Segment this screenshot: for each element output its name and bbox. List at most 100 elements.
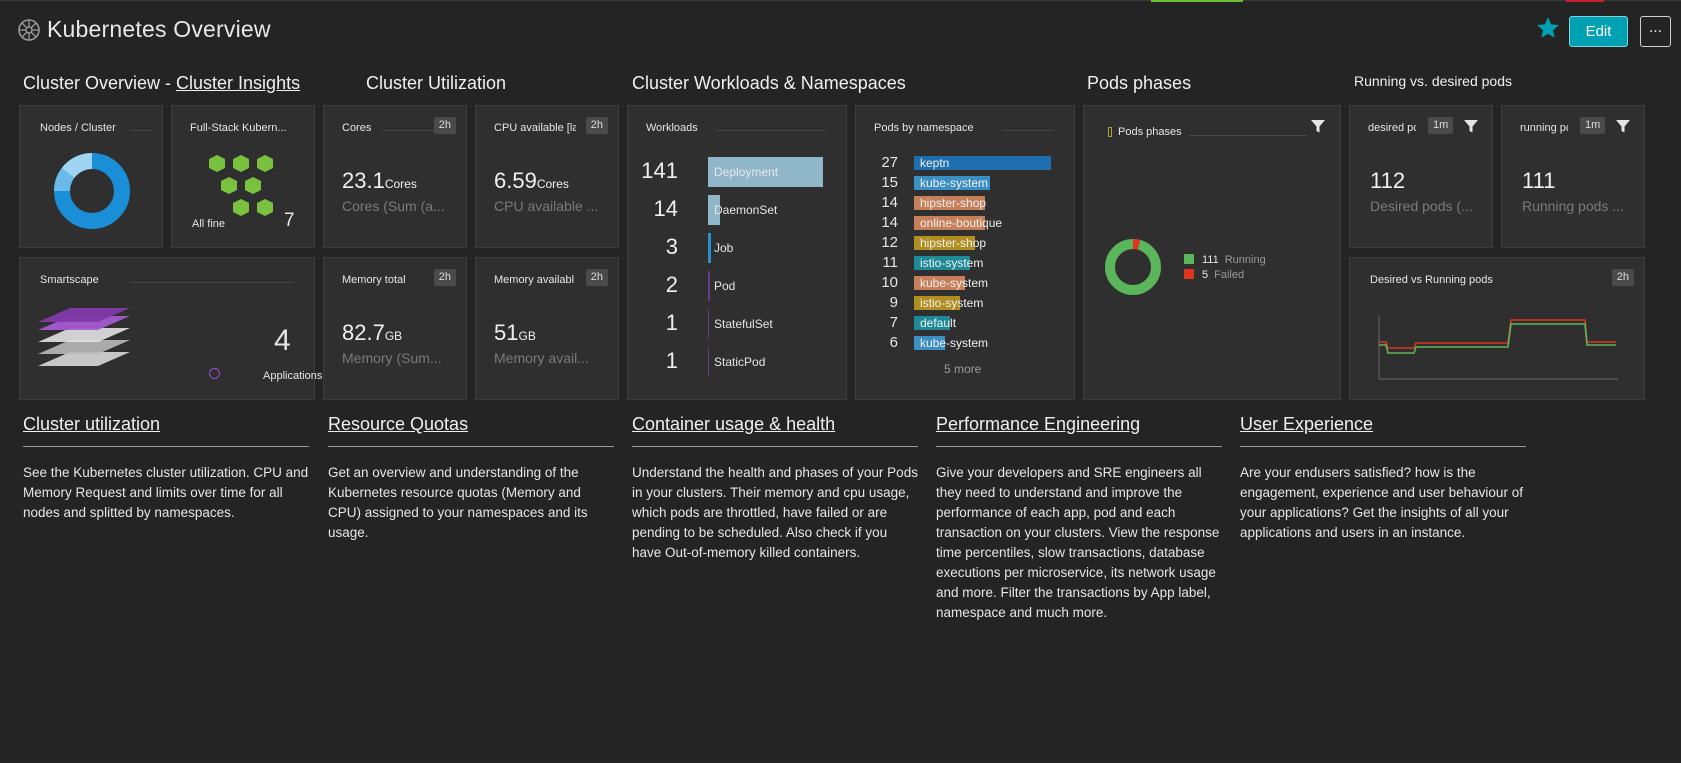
workload-bar [708,347,709,377]
tile-divider [716,130,826,131]
tile-memory-available[interactable]: Memory availabl 2h 51GB Memory avail... [475,257,619,400]
workload-name: StatefulSet [714,317,773,331]
timeframe-badge[interactable]: 1m [1428,117,1454,134]
tile-cpu-available[interactable]: CPU available [la 2h 6.59Cores CPU avail… [475,105,619,248]
tile-cores[interactable]: Cores 2h 23.1Cores Cores (Sum (a... [323,105,467,248]
tile-desired-pods[interactable]: desired pc 1m 112 Desired pods (... [1349,105,1493,248]
cluster-insights-link[interactable]: Cluster Insights [176,73,300,93]
running-pods-value: 111 [1522,168,1556,193]
workload-bar [708,309,709,339]
memory-total-subtitle: Memory (Sum... [342,350,442,366]
memory-available-subtitle: Memory avail... [494,350,589,366]
hosts-honeycomb-icon [209,155,273,216]
list-item[interactable]: 14 DaemonSet [628,194,828,226]
list-item[interactable]: 141 Deployment [628,156,828,188]
workload-count: 1 [665,310,678,335]
list-item[interactable]: 14 hipster-shop [856,194,1046,211]
tile-smartscape[interactable]: Smartscape 4 Applications [19,257,322,400]
edit-button[interactable]: Edit [1569,16,1628,47]
namespace-count: 14 [881,194,898,211]
tile-fullstack[interactable]: Full-Stack Kubern... All fine 7 [171,105,315,248]
timeframe-badge[interactable]: 1m [1580,117,1606,134]
running-value: 111 [1202,254,1219,266]
article-divider [23,446,309,447]
article-link[interactable]: Cluster utilization [23,414,309,435]
applications-legend-icon [209,368,220,379]
tile-workloads[interactable]: Workloads 141 Deployment 14 DaemonSet 3 … [627,105,847,400]
article-divider [1240,446,1526,447]
namespace-name: kube-system [920,176,989,190]
desired-pods-subtitle: Desired pods (... [1370,198,1473,214]
article-link[interactable]: Resource Quotas [328,414,614,435]
workload-name: Job [714,241,734,255]
article-link[interactable]: User Experience [1240,414,1526,435]
list-item[interactable]: 2 Pod [628,270,828,302]
tile-running-pods-label: running pc [1520,122,1568,134]
namespace-count: 6 [889,334,898,351]
filter-icon[interactable] [1615,119,1631,134]
fullstack-status: All fine [192,218,226,230]
tile-cores-label: Cores [342,122,372,134]
memory-available-number: 51 [494,320,519,345]
running-pods-subtitle: Running pods ... [1522,198,1624,214]
list-item[interactable]: 10 kube-system [856,274,1046,291]
article-container-usage: Container usage & health Understand the … [632,414,918,563]
tile-cpu-available-label: CPU available [la [494,122,576,134]
list-item[interactable]: 1 StatefulSet [628,308,828,340]
article-text: Understand the health and phases of your… [632,465,918,560]
workload-count: 2 [665,272,678,297]
memory-available-unit: GB [518,329,536,343]
workload-count: 3 [665,234,678,259]
article-text: See the Kubernetes cluster utilization. … [23,465,309,520]
tile-divider [130,282,294,283]
applications-legend-label: Applications [263,370,323,382]
article-link[interactable]: Performance Engineering [936,414,1222,435]
list-item[interactable]: 9 istio-system [856,294,1046,311]
cores-subtitle: Cores (Sum (a... [342,198,445,214]
timeframe-badge[interactable]: 2h [433,269,456,286]
running-label: Running [1224,254,1266,266]
list-item[interactable]: 12 hipster-shop [856,234,1046,251]
tile-pods-phases[interactable]: Pods phases 111 Running 5 Failed [1083,105,1341,400]
show-more-link[interactable]: 5 more [944,362,981,376]
failed-label: Failed [1214,269,1245,281]
timeframe-badge[interactable]: 2h [585,269,608,286]
cpu-available-subtitle: CPU available ... [494,198,599,214]
cpu-available-unit: Cores [536,177,569,191]
workload-count: 1 [665,348,678,373]
tile-memory-total-label: Memory total [342,274,406,286]
fullstack-count: 7 [284,210,295,231]
list-item[interactable]: 15 kube-system [856,174,1046,191]
namespace-name: default [920,316,957,330]
tile-memory-total[interactable]: Memory total 2h 82.7GB Memory (Sum... [323,257,467,400]
tile-pods-by-namespace[interactable]: Pods by namespace 27 keptn 15 kube-syste… [855,105,1075,400]
list-item[interactable]: 14 online-boutique [856,214,1046,231]
article-performance-engineering: Performance Engineering Give your develo… [936,414,1222,623]
article-link[interactable]: Container usage & health [632,414,918,435]
list-item[interactable]: 1 StaticPod [628,346,828,378]
list-item[interactable]: 11 istio-system [856,254,1046,271]
timeframe-badge[interactable]: 2h [1611,269,1634,286]
timeframe-badge[interactable]: 2h [585,117,608,134]
favorite-star-icon[interactable] [1535,15,1561,41]
list-item[interactable]: 3 Job [628,232,828,264]
more-menu-button[interactable]: ··· [1640,16,1671,47]
article-resource-quotas: Resource Quotas Get an overview and unde… [328,414,614,543]
list-item[interactable]: 6 kube-system [856,334,1046,351]
list-item[interactable]: 27 keptn [856,154,1051,171]
tile-nodes-cluster[interactable]: Nodes / Cluster [19,105,163,248]
filter-icon[interactable] [1463,119,1479,134]
article-divider [328,446,614,447]
filter-icon[interactable] [1310,119,1326,134]
tile-memory-available-label: Memory availabl [494,274,575,286]
tile-running-pods[interactable]: running pc 1m 111 Running pods ... [1501,105,1645,248]
tile-desired-vs-running[interactable]: Desired vs Running pods 2h [1349,257,1645,400]
namespace-name: online-boutique [920,216,1003,230]
memory-available-value: 51GB [494,320,536,346]
timeframe-badge[interactable]: 2h [433,117,456,134]
smartscape-count: 4 [274,324,291,357]
workload-name: Deployment [714,165,779,179]
list-item[interactable]: 7 default [856,314,1046,331]
section-pods-phases: Pods phases [1087,73,1192,93]
legend-failed: 5 Failed [1184,269,1244,281]
